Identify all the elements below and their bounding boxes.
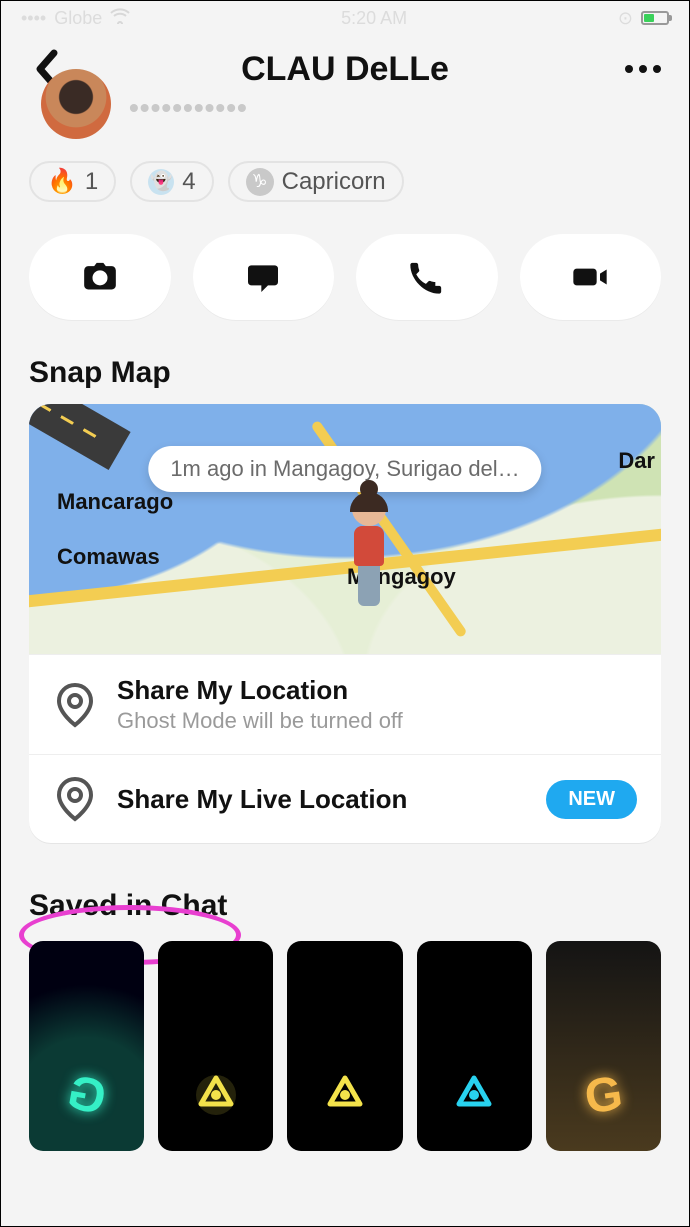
snap-map-view[interactable]: Mancarago Comawas Mangagoy Dar 1m ago in… <box>29 404 661 654</box>
pin-icon <box>53 775 97 823</box>
share-location-subtitle: Ghost Mode will be turned off <box>117 708 637 734</box>
profile-row: ••••••••••• <box>1 109 689 147</box>
saved-in-chat-title: Saved in Chat <box>1 843 689 941</box>
fire-icon: 🔥 <box>47 167 77 196</box>
map-label-comawas: Comawas <box>57 544 160 570</box>
carrier-label: Globe <box>54 8 102 29</box>
video-icon <box>570 257 610 297</box>
logo-g-icon: G <box>63 1065 109 1126</box>
ghost-icon: 👻 <box>148 169 174 195</box>
zodiac-chip[interactable]: ♑︎ Capricorn <box>228 161 404 202</box>
orientation-lock-icon: ⊙ <box>618 8 633 29</box>
new-badge: NEW <box>546 780 637 819</box>
saved-thumb-3[interactable] <box>287 941 402 1151</box>
signal-icon: •••• <box>21 8 46 29</box>
share-location-title: Share My Location <box>117 675 637 706</box>
username-hidden: ••••••••••• <box>129 92 248 124</box>
streak-chip[interactable]: 🔥 1 <box>29 161 116 202</box>
share-live-location-row[interactable]: Share My Live Location NEW <box>29 754 661 843</box>
map-label-mancarago: Mancarago <box>57 489 173 515</box>
saved-thumbnails: G G <box>1 941 689 1151</box>
share-location-row[interactable]: Share My Location Ghost Mode will be tur… <box>29 654 661 754</box>
wifi-icon <box>110 8 130 29</box>
chat-button[interactable] <box>193 234 335 320</box>
snap-map-title: Snap Map <box>1 348 689 404</box>
capricorn-icon: ♑︎ <box>246 168 274 196</box>
saved-thumb-5[interactable]: G <box>546 941 661 1151</box>
chips-row: 🔥 1 👻 4 ♑︎ Capricorn <box>1 147 689 214</box>
zodiac-label: Capricorn <box>282 168 386 196</box>
bitmoji-pin[interactable] <box>345 492 393 602</box>
saved-thumb-1[interactable]: G <box>29 941 144 1151</box>
call-button[interactable] <box>356 234 498 320</box>
battery-icon <box>641 11 669 25</box>
logo-lenovo-icon <box>193 1072 239 1123</box>
page-title: CLAU DeLLe <box>241 50 449 89</box>
clock: 5:20 AM <box>130 8 618 29</box>
map-tooltip[interactable]: 1m ago in Mangagoy, Surigao del… <box>148 446 541 492</box>
chat-icon <box>243 257 283 297</box>
logo-lenovo-icon <box>322 1072 368 1123</box>
saved-thumb-2[interactable] <box>158 941 273 1151</box>
logo-lenovo-icon <box>451 1072 497 1123</box>
pin-icon <box>53 681 97 729</box>
snapscore-chip[interactable]: 👻 4 <box>130 161 213 202</box>
status-bar: •••• Globe 5:20 AM ⊙ <box>1 1 689 35</box>
camera-icon <box>80 257 120 297</box>
streak-count: 1 <box>85 168 98 196</box>
video-call-button[interactable] <box>520 234 662 320</box>
camera-button[interactable] <box>29 234 171 320</box>
score-count: 4 <box>182 168 195 196</box>
logo-g-icon: G <box>581 1066 626 1126</box>
saved-thumb-4[interactable] <box>417 941 532 1151</box>
map-label-dar: Dar <box>618 448 655 474</box>
snap-map-card: Mancarago Comawas Mangagoy Dar 1m ago in… <box>29 404 661 843</box>
more-button[interactable] <box>621 57 665 81</box>
actions-row <box>1 214 689 348</box>
phone-icon <box>407 257 447 297</box>
avatar[interactable] <box>41 69 111 139</box>
share-live-title: Share My Live Location <box>117 784 526 815</box>
